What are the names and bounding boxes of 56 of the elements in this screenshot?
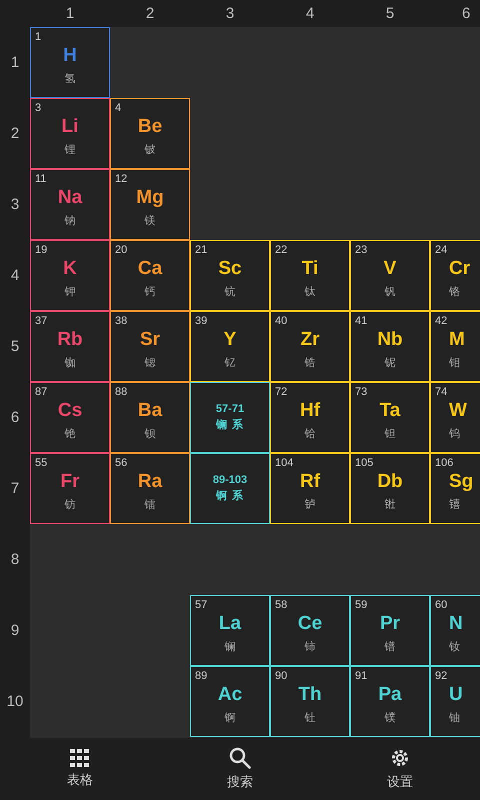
element-tile[interactable]: 20 Ca 钙 <box>110 240 190 311</box>
element-tile[interactable]: 40 Zr 锆 <box>270 311 350 382</box>
column-header: 2 <box>144 5 156 22</box>
element-tile[interactable]: 92 U 铀 <box>430 666 480 737</box>
element-tile[interactable]: 55 Fr 钫 <box>30 453 110 524</box>
element-tile[interactable]: 41 Nb 铌 <box>350 311 430 382</box>
element-tile[interactable]: 60 N 钕 <box>430 595 480 666</box>
element-tile[interactable]: 12 Mg 镁 <box>110 169 190 240</box>
element-tile[interactable]: 74 W 钨 <box>430 382 480 453</box>
row-header: 7 <box>10 480 20 497</box>
row-header: 1 <box>10 54 20 71</box>
element-tile[interactable]: 73 Ta 钽 <box>350 382 430 453</box>
series-tile[interactable]: 89-103 锕 系 <box>190 453 270 524</box>
element-tile[interactable]: 105 Db 𬭊 <box>350 453 430 524</box>
grid-icon <box>70 749 90 767</box>
row-header: 3 <box>10 196 20 213</box>
element-tile[interactable]: 22 Ti 钛 <box>270 240 350 311</box>
element-tile[interactable]: 24 Cr 铬 <box>430 240 480 311</box>
element-tile[interactable]: 1 H 氢 <box>30 27 110 98</box>
element-tile[interactable]: 57 La 镧 <box>190 595 270 666</box>
column-header: 5 <box>384 5 396 22</box>
row-header: 8 <box>10 551 20 568</box>
element-tile[interactable]: 11 Na 钠 <box>30 169 110 240</box>
element-tile[interactable]: 89 Ac 锕 <box>190 666 270 737</box>
element-tile[interactable]: 104 Rf 𬬻 <box>270 453 350 524</box>
search-icon <box>229 747 251 769</box>
element-tile[interactable]: 21 Sc 钪 <box>190 240 270 311</box>
row-header: 6 <box>10 409 20 426</box>
column-header: 3 <box>224 5 236 22</box>
element-tile[interactable]: 58 Ce 铈 <box>270 595 350 666</box>
column-header: 4 <box>304 5 316 22</box>
row-header: 2 <box>10 125 20 142</box>
element-tile[interactable]: 3 Li 锂 <box>30 98 110 169</box>
column-header: 6 <box>461 5 472 22</box>
element-tile[interactable]: 88 Ba 钡 <box>110 382 190 453</box>
element-tile[interactable]: 87 Cs 铯 <box>30 382 110 453</box>
row-header: 5 <box>10 338 20 355</box>
element-tile[interactable]: 72 Hf 铪 <box>270 382 350 453</box>
element-tile[interactable]: 4 Be 铍 <box>110 98 190 169</box>
element-tile[interactable]: 56 Ra 镭 <box>110 453 190 524</box>
row-header: 10 <box>6 693 24 710</box>
column-header: 1 <box>64 5 76 22</box>
element-tile[interactable]: 91 Pa 镤 <box>350 666 430 737</box>
element-tile[interactable]: 38 Sr 锶 <box>110 311 190 382</box>
element-tile[interactable]: 23 V 钒 <box>350 240 430 311</box>
element-tile[interactable]: 90 Th 钍 <box>270 666 350 737</box>
element-tile[interactable]: 37 Rb 铷 <box>30 311 110 382</box>
row-header: 9 <box>10 622 20 639</box>
row-header: 4 <box>10 267 20 284</box>
settings-icon <box>389 747 411 769</box>
element-tile[interactable]: 39 Y 钇 <box>190 311 270 382</box>
element-tile[interactable]: 19 K 钾 <box>30 240 110 311</box>
element-tile[interactable]: 106 Sg 𬭳 <box>430 453 480 524</box>
element-tile[interactable]: 59 Pr 镨 <box>350 595 430 666</box>
series-tile[interactable]: 57-71 镧 系 <box>190 382 270 453</box>
element-tile[interactable]: 42 M 钼 <box>430 311 480 382</box>
